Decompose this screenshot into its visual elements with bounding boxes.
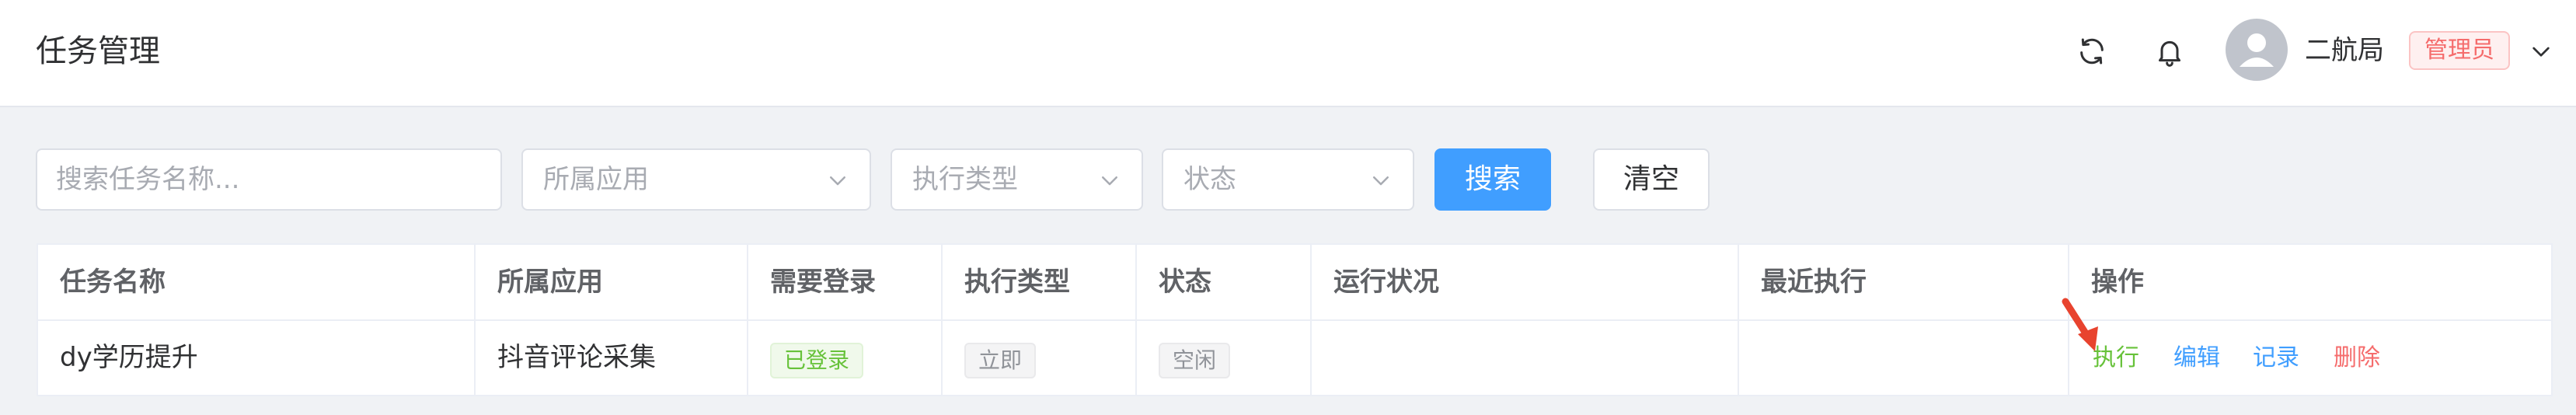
column-header: 执行类型	[943, 245, 1137, 319]
refresh-icon[interactable]	[2075, 34, 2109, 68]
status-select-placeholder: 状态	[1183, 164, 1236, 195]
cell-actions: 执行 编辑 记录 删除	[2069, 321, 2553, 396]
edit-link[interactable]: 编辑	[2173, 321, 2220, 395]
annotation-arrow-icon	[2062, 298, 2098, 351]
clear-button[interactable]: 清空	[1593, 148, 1710, 211]
page-title: 任务管理	[36, 33, 160, 69]
delete-link[interactable]: 删除	[2334, 321, 2380, 395]
exec-type-tag: 立即	[964, 343, 1037, 378]
role-badge: 管理员	[2409, 31, 2510, 70]
task-table: 任务名称 所属应用 需要登录 执行类型 状态 运行状况 最近执行 操作 dy学历…	[37, 243, 2553, 396]
status-select[interactable]: 状态	[1162, 148, 1414, 211]
column-header: 操作	[2091, 267, 2144, 298]
search-button[interactable]: 搜索	[1434, 148, 1551, 211]
bell-icon[interactable]	[2152, 34, 2187, 68]
search-input[interactable]	[37, 150, 500, 209]
cell-run-status	[1312, 321, 1739, 396]
column-header: 任务名称	[38, 245, 476, 319]
exec-type-select[interactable]: 执行类型	[891, 148, 1143, 211]
cell-login: 已登录	[748, 321, 943, 396]
chevron-down-icon[interactable]	[2529, 39, 2553, 64]
table-row: dy学历提升 抖音评论采集 已登录 立即 空闲 执行 编辑 记录 删除	[38, 321, 2551, 396]
cell-last-run	[1739, 321, 2069, 396]
top-header: 任务管理 二航局 管理员	[0, 0, 2576, 107]
cell-task-name: dy学历提升	[38, 321, 476, 396]
column-header: 最近执行	[1739, 245, 2069, 319]
column-header: 所属应用	[476, 245, 748, 319]
chevron-down-icon	[1098, 169, 1121, 192]
cell-status: 空闲	[1137, 321, 1312, 396]
records-link[interactable]: 记录	[2253, 321, 2299, 395]
chevron-down-icon	[826, 169, 849, 192]
chevron-down-icon	[1369, 169, 1393, 192]
user-avatar[interactable]	[2226, 19, 2288, 81]
cell-app: 抖音评论采集	[476, 321, 748, 396]
login-status-tag: 已登录	[770, 343, 864, 378]
app-select[interactable]: 所属应用	[521, 148, 871, 211]
exec-type-select-placeholder: 执行类型	[912, 164, 1018, 195]
app-select-placeholder: 所属应用	[543, 164, 649, 195]
column-header: 运行状况	[1312, 245, 1739, 319]
column-header: 需要登录	[748, 245, 943, 319]
search-input-wrapper[interactable]	[36, 148, 502, 211]
column-header: 状态	[1137, 245, 1312, 319]
cell-exec-type: 立即	[943, 321, 1137, 396]
status-tag: 空闲	[1159, 343, 1231, 378]
table-header-row: 任务名称 所属应用 需要登录 执行类型 状态 运行状况 最近执行 操作	[38, 245, 2551, 321]
user-name[interactable]: 二航局	[2305, 31, 2384, 70]
